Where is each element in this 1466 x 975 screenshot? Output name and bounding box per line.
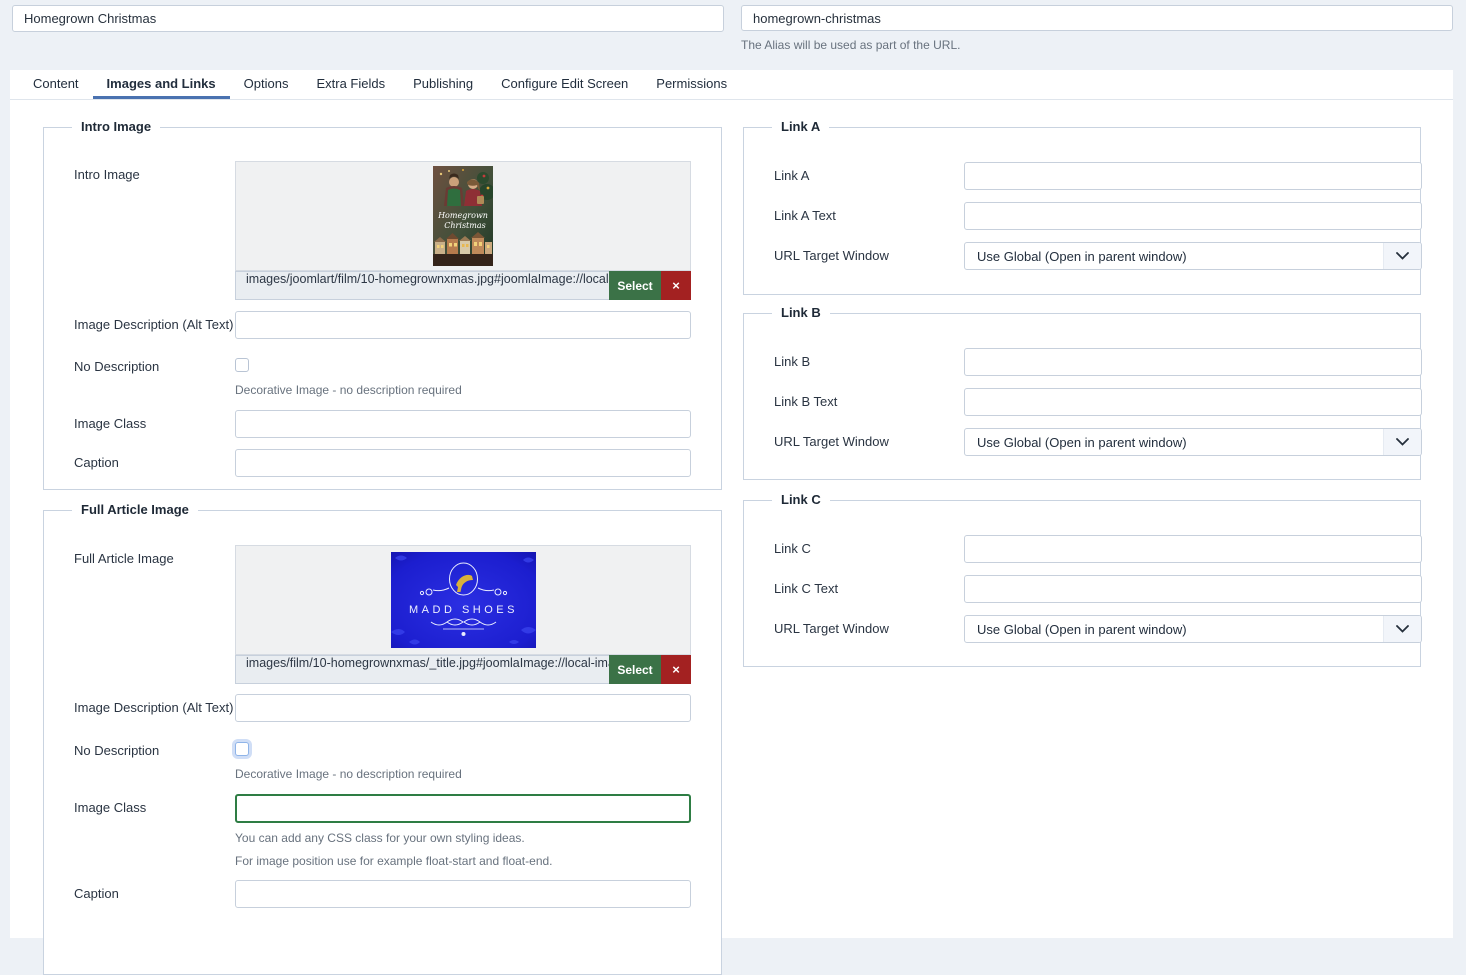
tab-extra-fields[interactable]: Extra Fields [302,70,399,99]
image-class-help-2: For image position use for example float… [235,854,553,868]
link-a-text-input[interactable] [964,202,1422,230]
link-c-text-input[interactable] [964,575,1422,603]
full-no-description-help: Decorative Image - no description requir… [235,767,462,781]
full-caption-input[interactable] [235,880,691,908]
selected-option-label: Use Global (Open in parent window) [977,248,1187,264]
link-b-target-select[interactable]: Use Global (Open in parent window) [964,428,1422,456]
full-article-image-label: Full Article Image [74,551,174,566]
link-a-text-label: Link A Text [774,208,836,223]
link-c-target-select[interactable]: Use Global (Open in parent window) [964,615,1422,643]
intro-caption-label: Caption [74,455,119,470]
intro-image-class-label: Image Class [74,416,147,431]
link-a-label: Link A [774,168,810,183]
article-tabbar: Content Images and Links Options Extra F… [10,70,1453,100]
intro-image-path-input[interactable]: images/joomlart/film/10-homegrownxmas.jp… [235,271,609,300]
full-caption-label: Caption [74,886,119,901]
madd-shoes-image: MADD SHOES [390,552,536,648]
tab-content[interactable]: Content [19,70,93,99]
alias-help-text: The Alias will be used as part of the UR… [741,38,961,52]
full-image-class-input[interactable] [235,794,691,823]
intro-image-label: Intro Image [74,167,140,182]
link-a-target-select[interactable]: Use Global (Open in parent window) [964,242,1422,270]
article-title-input[interactable] [12,5,724,32]
link-c-fieldset: Link C Link C Link C Text URL Target Win… [743,492,1422,667]
full-no-description-checkbox[interactable] [235,742,249,756]
clear-icon: × [672,662,680,677]
tab-publishing[interactable]: Publishing [399,70,487,99]
intro-image-fieldset: Intro Image Intro Image Homegrown Christ… [43,119,722,490]
link-c-target-label: URL Target Window [774,621,889,636]
full-article-image-path-input[interactable]: images/film/10-homegrownxmas/_title.jpg#… [235,655,609,684]
edit-article-card: Content Images and Links Options Extra F… [10,70,1453,975]
intro-image-legend: Intro Image [72,119,161,134]
link-b-text-input[interactable] [964,388,1422,416]
selected-option-label: Use Global (Open in parent window) [977,621,1187,637]
svg-text:Homegrown: Homegrown [437,211,488,220]
link-b-fieldset: Link B Link B Link B Text URL Target Win… [743,305,1422,480]
chevron-down-icon [1383,243,1421,269]
full-alt-input[interactable] [235,694,691,722]
full-article-image-select-button[interactable]: Select [609,655,661,684]
link-a-target-label: URL Target Window [774,248,889,263]
article-alias-input[interactable] [741,5,1453,31]
article-header: The Alias will be used as part of the UR… [12,5,1453,52]
link-c-input[interactable] [964,535,1422,563]
intro-no-description-label: No Description [74,359,160,374]
link-b-legend: Link B [772,305,830,320]
intro-no-description-help: Decorative Image - no description requir… [235,383,462,397]
tab-permissions[interactable]: Permissions [642,70,741,99]
link-c-text-label: Link C Text [774,581,839,596]
tab-options[interactable]: Options [230,70,303,99]
link-b-label: Link B [774,354,811,369]
full-article-image-fieldset: Full Article Image Full Article Image MA… [43,502,722,975]
full-article-image-legend: Full Article Image [72,502,198,517]
selected-option-label: Use Global (Open in parent window) [977,434,1187,450]
full-no-description-label: No Description [74,743,160,758]
link-b-text-label: Link B Text [774,394,838,409]
chevron-down-icon [1383,616,1421,642]
homegrown-christmas-poster-image: Homegrown Christmas [433,166,493,266]
intro-alt-label: Image Description (Alt Text) [74,317,234,332]
tab-configure-edit-screen[interactable]: Configure Edit Screen [487,70,642,99]
link-c-label: Link C [774,541,811,556]
full-alt-label: Image Description (Alt Text) [74,700,234,715]
link-a-fieldset: Link A Link A Link A Text URL Target Win… [743,119,1422,295]
full-article-image-preview: MADD SHOES [235,545,691,655]
link-b-target-label: URL Target Window [774,434,889,449]
intro-alt-input[interactable] [235,311,691,339]
intro-image-preview: Homegrown Christmas [235,161,691,271]
chevron-down-icon [1383,429,1421,455]
link-a-legend: Link A [772,119,830,134]
intro-no-description-checkbox[interactable] [235,358,249,372]
full-article-image-clear-button[interactable]: × [661,655,691,684]
svg-text:MADD SHOES: MADD SHOES [409,604,518,616]
clear-icon: × [672,278,680,293]
tab-images-and-links[interactable]: Images and Links [92,70,230,99]
link-c-legend: Link C [772,492,830,507]
full-image-class-label: Image Class [74,800,147,815]
image-class-help-1: You can add any CSS class for your own s… [235,831,525,845]
link-b-input[interactable] [964,348,1422,376]
intro-image-select-button[interactable]: Select [609,271,661,300]
intro-caption-input[interactable] [235,449,691,477]
svg-text:Christmas: Christmas [444,221,485,230]
intro-image-class-input[interactable] [235,410,691,438]
intro-image-clear-button[interactable]: × [661,271,691,300]
link-a-input[interactable] [964,162,1422,190]
